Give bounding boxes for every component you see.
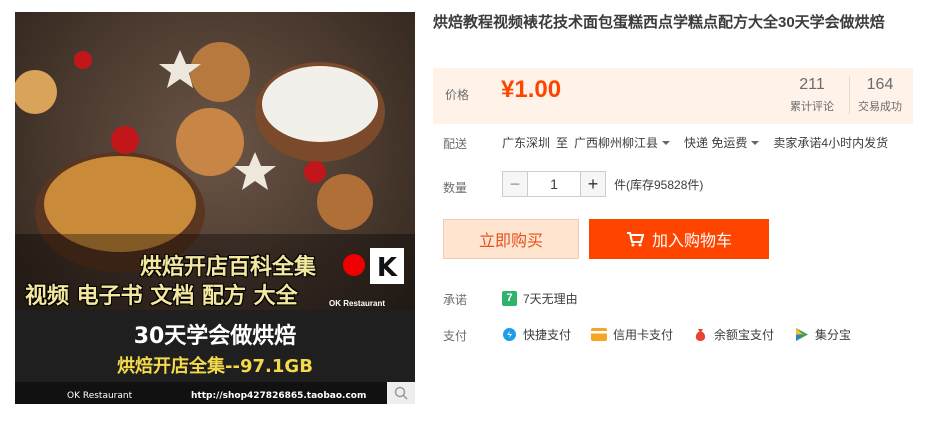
reviews-count: 211 bbox=[799, 76, 825, 93]
seven-day-return-icon: 7 bbox=[502, 291, 517, 306]
credit-card-icon bbox=[591, 328, 608, 341]
deals-stat: 164 交易成功 bbox=[849, 76, 910, 114]
promo-line-2: 视频 电子书 文档 配方 大全 bbox=[25, 284, 298, 309]
reviews-label: 累计评论 bbox=[790, 101, 834, 113]
quantity-input[interactable]: 1 bbox=[528, 171, 580, 197]
payment-credit-card[interactable]: 信用卡支付 bbox=[591, 326, 673, 343]
search-icon bbox=[394, 386, 408, 400]
reviews-stat[interactable]: 211 累计评论 bbox=[781, 76, 843, 114]
cart-icon bbox=[626, 232, 644, 247]
promo-line-4: 烘焙开店全集--97.1GB bbox=[117, 356, 313, 377]
payment-jifenbao-label: 集分宝 bbox=[815, 328, 852, 342]
price-label: 价格 bbox=[445, 88, 470, 102]
zoom-button[interactable] bbox=[387, 382, 415, 404]
payment-methods: 快捷支付 信用卡支付 余额宝支付 集分宝 bbox=[502, 326, 851, 343]
promo-line-3: 30天学会做烘焙 bbox=[133, 324, 297, 349]
chevron-down-icon bbox=[751, 140, 760, 145]
promise-label: 承诺 bbox=[443, 293, 468, 307]
add-to-cart-button[interactable]: 加入购物车 bbox=[589, 219, 769, 259]
shipping-promise: 卖家承诺4小时内发货 bbox=[773, 136, 889, 150]
payment-yuebao-label: 余额宝支付 bbox=[714, 328, 775, 342]
quantity-stepper: − 1 + 件(库存95828件) bbox=[502, 171, 703, 197]
payment-yuebao[interactable]: 余额宝支付 bbox=[693, 326, 774, 343]
svg-text:K: K bbox=[377, 253, 398, 283]
delivery-to-word: 至 bbox=[556, 136, 569, 150]
delivery-from: 广东深圳 bbox=[502, 136, 551, 150]
quantity-label: 数量 bbox=[443, 181, 468, 195]
delivery-destination-select[interactable]: 广西柳州柳江县 bbox=[574, 134, 672, 151]
deals-label: 交易成功 bbox=[858, 101, 902, 113]
shipping-select[interactable]: 快递 免运费 bbox=[684, 134, 761, 151]
product-image[interactable]: K 烘焙开店百科全集 视频 电子书 文档 配方 大全 30天学会做烘焙 烘焙开店… bbox=[15, 12, 415, 404]
payment-jifenbao[interactable]: 集分宝 bbox=[794, 326, 851, 343]
footer-url: http://shop427826865.taobao.com bbox=[191, 391, 367, 401]
money-bag-icon bbox=[695, 329, 706, 341]
footer-brand: OK Restaurant bbox=[67, 391, 133, 401]
promise-item: 7天无理由 bbox=[523, 292, 578, 306]
promo-line-1: 烘焙开店百科全集 bbox=[140, 255, 317, 280]
chevron-down-icon bbox=[662, 140, 671, 145]
payment-quick[interactable]: 快捷支付 bbox=[502, 326, 571, 343]
quick-pay-icon bbox=[503, 328, 516, 341]
jifenbao-icon bbox=[796, 328, 809, 341]
quantity-increase-button[interactable]: + bbox=[580, 171, 606, 197]
product-title: 烘焙教程视频裱花技术面包蛋糕西点学糕点配方大全30天学会做烘焙 bbox=[433, 14, 885, 31]
delivery-label: 配送 bbox=[443, 137, 468, 151]
payment-quick-label: 快捷支付 bbox=[523, 328, 572, 342]
price-value: ¥1.00 bbox=[501, 76, 562, 103]
payment-label: 支付 bbox=[443, 329, 468, 343]
promise-row[interactable]: 7 7天无理由 bbox=[502, 290, 578, 307]
delivery-row: 广东深圳 至 广西柳州柳江县 快递 免运费 卖家承诺4小时内发货 bbox=[502, 134, 888, 151]
deals-count: 164 bbox=[866, 76, 894, 93]
add-to-cart-label: 加入购物车 bbox=[651, 233, 732, 250]
buy-now-button[interactable]: 立即购买 bbox=[443, 219, 579, 259]
quantity-decrease-button[interactable]: − bbox=[502, 171, 528, 197]
brand-label: OK Restaurant bbox=[329, 299, 386, 308]
price-panel: 价格 ¥1.00 211 累计评论 164 交易成功 bbox=[433, 68, 913, 124]
payment-credit-card-label: 信用卡支付 bbox=[613, 328, 674, 342]
stock-text: 件(库存95828件) bbox=[614, 177, 704, 192]
